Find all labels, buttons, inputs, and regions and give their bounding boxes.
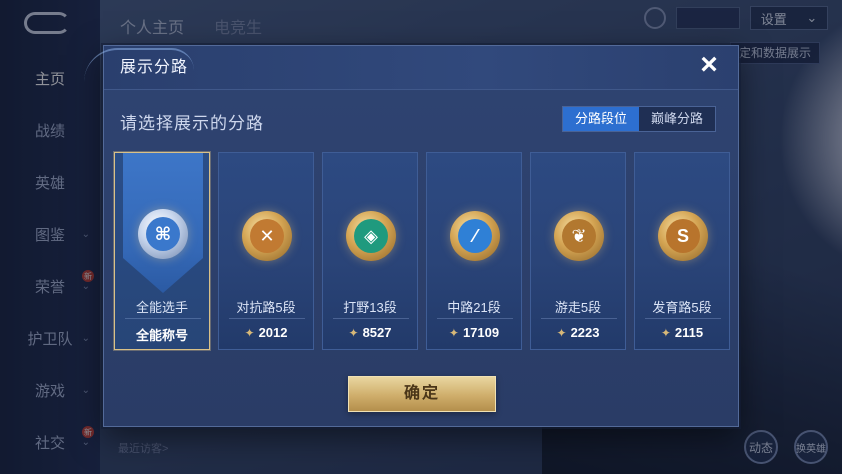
dialog-title: 展示分路 [120,59,189,76]
card-divider [541,318,617,319]
lane-card-mid[interactable]: ⁄ 中路21段 ✦ 17109 [426,152,522,350]
card-divider [437,318,513,319]
card-divider [229,318,305,319]
rank-star-icon: ✦ [556,326,567,340]
lane-name: 对抗路5段 [236,300,296,315]
lane-cards: ⌘ 全能选手 全能称号 ✕ 对抗路5段 ✦ 2012 ◈ 打野13段 ✦ 8527 … [114,152,730,352]
roam-emblem-icon: ❦ [554,211,604,261]
confirm-button[interactable]: 确定 [348,376,496,412]
lane-name: 中路21段 [447,300,501,315]
jungle-emblem-icon: ◈ [346,211,396,261]
lane-score: ✦ 2115 [635,325,729,340]
lane-score: ✦ 17109 [427,325,521,340]
lane-title: 全能称号 [135,328,188,343]
lane-name: 游走5段 [554,300,602,315]
lane-score: ✦ 8527 [323,325,417,340]
rank-star-icon: ✦ [448,326,459,340]
lane-score: ✦ 2012 [219,325,313,340]
lane-card-jungle[interactable]: ◈ 打野13段 ✦ 8527 [322,152,418,350]
card-divider [645,318,721,319]
tab-lane-rank[interactable]: 分路段位 [562,107,639,131]
lane-score-value: 17109 [462,325,500,340]
rank-star-icon: ✦ [348,326,359,340]
lane-score-value: 2012 [258,325,288,340]
lane-display-dialog: 展示分路 × 请选择展示的分路 分路段位 巅峰分路 ⌘ 全能选手 全能称号 ✕ … [84,45,739,427]
all-round-emblem-icon: ⌘ [138,209,188,259]
lane-name: 全能选手 [135,300,188,315]
dialog-header: 展示分路 × [84,46,738,90]
card-divider [333,318,409,319]
lane-name: 打野13段 [343,300,397,315]
tab-peak-lane[interactable]: 巅峰分路 [639,107,715,131]
lane-card-all-round[interactable]: ⌘ 全能选手 全能称号 [114,152,210,350]
mid-lane-emblem-icon: ⁄ [450,211,500,261]
card-divider [125,318,201,319]
close-icon[interactable]: × [694,50,724,81]
rank-star-icon: ✦ [244,326,255,340]
lane-card-clash[interactable]: ✕ 对抗路5段 ✦ 2012 [218,152,314,350]
rank-star-icon: ✦ [660,326,671,340]
lane-card-farm[interactable]: S 发育路5段 ✦ 2115 [634,152,730,350]
lane-score-value: 2223 [570,325,600,340]
lane-name: 发育路5段 [652,300,712,315]
lane-score: ✦ 2223 [531,325,625,340]
farm-lane-emblem-icon: S [658,211,708,261]
lane-score-value: 8527 [362,325,392,340]
lane-score-value: 2115 [674,325,704,340]
lane-card-roam[interactable]: ❦ 游走5段 ✦ 2223 [530,152,626,350]
clash-lane-emblem-icon: ✕ [242,211,292,261]
lane-mode-toggle: 分路段位 巅峰分路 [561,106,716,132]
dialog-subtitle: 请选择展示的分路 [120,114,264,133]
